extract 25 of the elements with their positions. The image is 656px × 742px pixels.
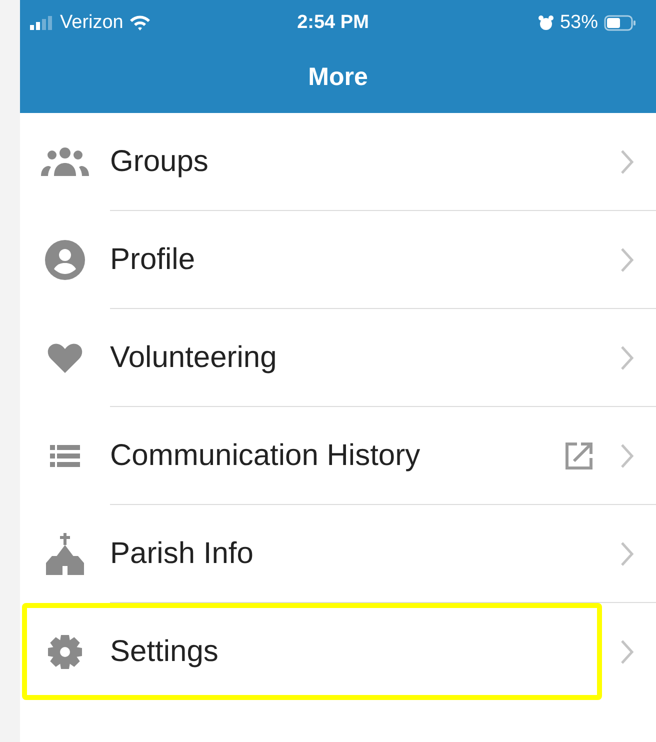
heart-icon [47,342,83,374]
menu-item[interactable]: Groups [20,113,656,211]
wifi-icon [129,14,152,30]
church-icon [45,533,85,575]
chevron-icon [620,149,634,175]
clock-time: 2:54 PM [297,12,369,34]
menu-item[interactable]: Profile [20,211,656,309]
chevron-icon [620,345,634,371]
chevron-icon [620,639,634,665]
chevron-icon [620,443,634,469]
signal-icon [30,16,54,30]
list-icon [50,444,80,468]
menu-item[interactable]: Settings [20,603,656,701]
alarm-icon [538,14,554,30]
user-icon [45,240,85,280]
screen-title: More [308,62,368,92]
battery-percent: 53% [560,12,598,34]
carrier-name: Verizon [60,12,124,34]
menu-item[interactable]: Parish Info [20,505,656,603]
menu-item[interactable]: Communication History [20,407,656,505]
group-icon [39,146,91,178]
chevron-icon [620,247,634,273]
menu-item[interactable]: Volunteering [20,309,656,407]
battery-icon [604,14,636,30]
chevron-icon [620,541,634,567]
